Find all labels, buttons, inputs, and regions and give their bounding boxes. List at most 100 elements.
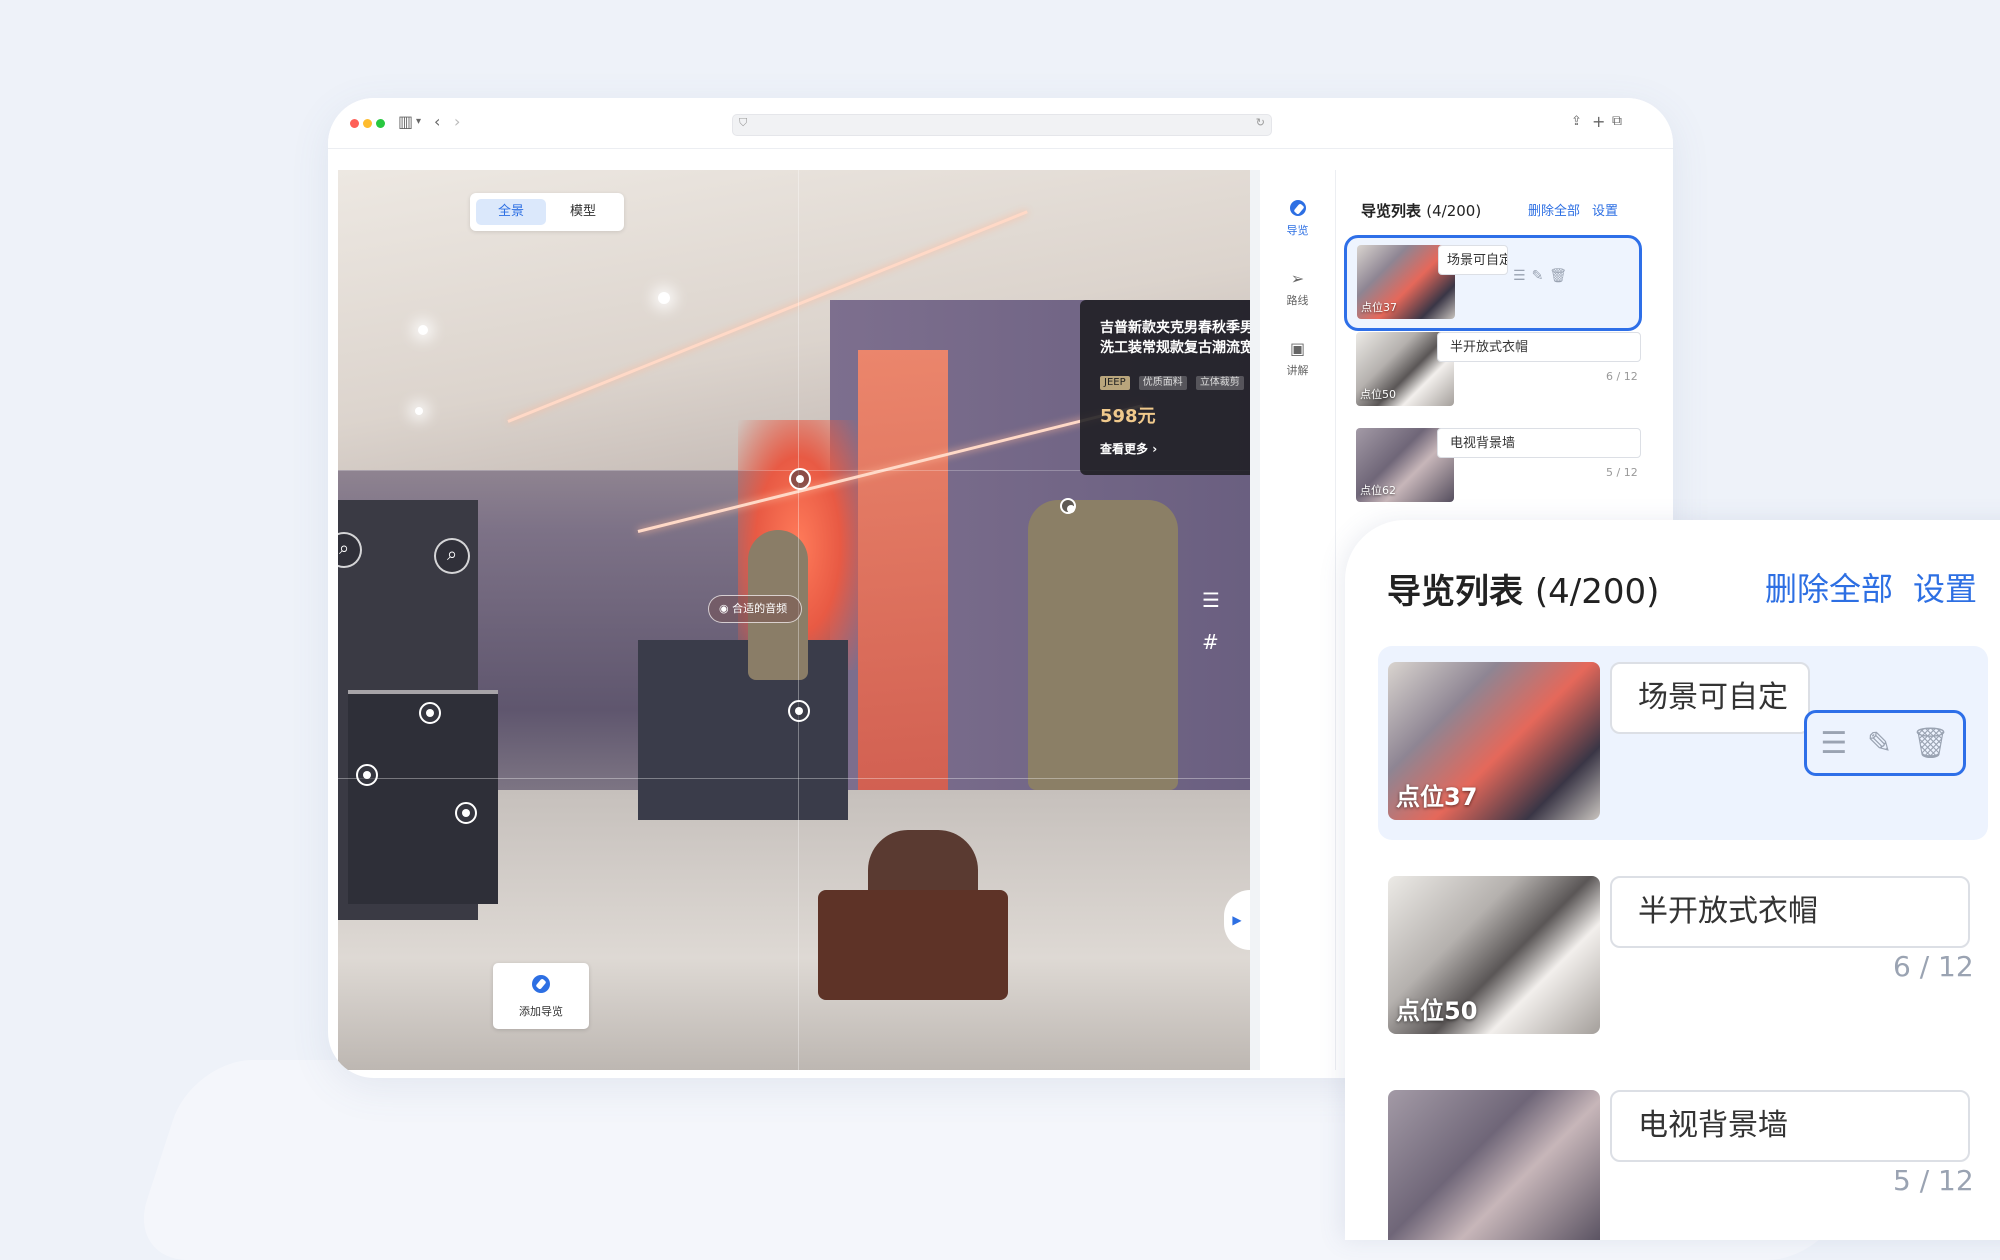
point-label: 点位50: [1360, 388, 1396, 401]
name-input[interactable]: 半开放式衣帽: [1437, 332, 1641, 362]
forward-arrow-icon[interactable]: ›: [454, 112, 460, 131]
hotspot-marker[interactable]: [1060, 498, 1076, 514]
compass-icon: [493, 975, 589, 997]
view-more-link[interactable]: 查看更多 ›: [1100, 440, 1157, 457]
settings-button[interactable]: 设置: [1592, 200, 1618, 219]
jacket: [1028, 500, 1178, 790]
nav-label: 讲解: [1286, 364, 1309, 377]
share-icon[interactable]: ⇪: [1571, 114, 1582, 129]
panel-title-text: 导览列表: [1387, 572, 1523, 612]
hotspot-marker[interactable]: [356, 764, 378, 786]
thumbnail: [1388, 1090, 1600, 1240]
list-item[interactable]: 点位50 半开放式衣帽 6 / 12: [1346, 332, 1641, 428]
name-input[interactable]: 半开放式衣帽: [1610, 876, 1970, 948]
point-label: 点位50: [1396, 997, 1478, 1025]
item-actions: ☰ ✎ 🗑: [1804, 710, 1966, 776]
drag-handle-icon[interactable]: ☰: [1820, 726, 1847, 761]
hotspot-marker[interactable]: [788, 700, 810, 722]
panel-title: 导览列表 (4/200): [1361, 202, 1482, 220]
hotspot-marker[interactable]: [789, 468, 811, 490]
panel-title: 导览列表 (4/200): [1387, 564, 1659, 613]
settings-button[interactable]: 设置: [1913, 564, 1977, 610]
compass-icon: [1289, 200, 1307, 218]
product-tag: JEEP: [1100, 376, 1130, 390]
item-count: 6 / 12: [1606, 370, 1638, 383]
sidebar-toggle-icon[interactable]: ▥: [398, 112, 413, 131]
name-input[interactable]: 电视背景墙: [1437, 428, 1641, 458]
align-icon[interactable]: ☰: [1202, 588, 1220, 612]
suitcase: [818, 890, 1008, 1000]
product-title-line1: 吉普新款夹克男春秋季男士: [1100, 320, 1250, 336]
edit-icon[interactable]: ✎: [1867, 726, 1892, 761]
view-more-label: 查看更多: [1100, 442, 1149, 456]
trash-icon[interactable]: 🗑: [1549, 268, 1567, 284]
add-guide-button[interactable]: 添加导览: [493, 963, 589, 1029]
shield-icon: ⛉: [739, 116, 748, 129]
edit-icon[interactable]: ✎: [1532, 268, 1544, 284]
new-tab-icon[interactable]: +: [1592, 112, 1605, 131]
tab-panorama[interactable]: 全景: [476, 199, 546, 225]
search-icon[interactable]: ⌕: [434, 538, 470, 574]
minimize-window-dot[interactable]: [363, 119, 372, 128]
audio-hotspot-tag[interactable]: ◉ 合适的音频: [708, 595, 803, 623]
nav-item-route[interactable]: ➢ 路线: [1260, 270, 1335, 308]
panel-count: (4/200): [1534, 572, 1660, 612]
side-nav: 导览 ➢ 路线 ▣ 讲解: [1260, 170, 1336, 1070]
tabs-overview-icon[interactable]: ⧉: [1612, 113, 1622, 129]
thumbnail: 点位50: [1388, 876, 1600, 1034]
guide-line: [338, 778, 1250, 779]
nav-item-guide[interactable]: 导览: [1260, 200, 1335, 238]
item-count: 5 / 12: [1606, 466, 1638, 479]
product-tag: 立体裁剪: [1195, 376, 1244, 390]
ceiling-light: [658, 292, 670, 304]
list-item[interactable]: 点位62 电视背景墙 5 / 12: [1346, 428, 1641, 524]
add-guide-label: 添加导览: [519, 1005, 563, 1018]
grid-icon[interactable]: #: [1202, 630, 1219, 654]
video-icon: ▣: [1289, 339, 1306, 358]
speaker-icon: ◉: [719, 602, 733, 615]
nav-label: 导览: [1286, 224, 1309, 237]
close-window-dot[interactable]: [350, 119, 359, 128]
back-arrow-icon[interactable]: ‹: [434, 112, 440, 131]
product-tags: JEEP 优质面料 立体裁剪: [1100, 370, 1248, 390]
chevron-down-icon[interactable]: ▾: [416, 116, 421, 127]
item-count: 6 / 12: [1893, 950, 1974, 983]
drag-handle-icon[interactable]: ☰: [1513, 268, 1526, 284]
view-mode-switch: 全景 模型: [470, 193, 624, 231]
drawer-unit: [638, 640, 848, 820]
browser-toolbar: ▥ ▾ ‹ › ⛉ ↻ ⇪ + ⧉: [328, 98, 1673, 149]
product-tag: 优质面料: [1138, 376, 1187, 390]
address-bar[interactable]: ⛉ ↻: [732, 114, 1272, 136]
trash-icon[interactable]: 🗑: [1912, 726, 1950, 761]
hotspot-marker[interactable]: [455, 802, 477, 824]
item-actions: ☰ ✎ 🗑: [1513, 268, 1573, 284]
reload-icon[interactable]: ↻: [1256, 116, 1265, 129]
maximize-window-dot[interactable]: [376, 119, 385, 128]
nav-label: 路线: [1286, 294, 1309, 307]
audio-tag-label: 合适的音频: [732, 602, 788, 615]
product-price: 598元: [1100, 406, 1156, 427]
hotspot-marker[interactable]: [419, 702, 441, 724]
send-icon: ➢: [1290, 269, 1305, 288]
thumbnail: 点位37: [1388, 662, 1600, 820]
list-item[interactable]: 点位37 场景可自定 ☰ ✎ 🗑: [1344, 235, 1642, 331]
name-input[interactable]: 场景可自定: [1438, 245, 1508, 275]
name-input[interactable]: 场景可自定: [1610, 662, 1810, 734]
nav-item-explain[interactable]: ▣ 讲解: [1260, 340, 1335, 378]
product-card[interactable]: 吉普新款夹克男春秋季男士 洗工装常规款复古潮流宽松 JEEP 优质面料 立体裁剪…: [1080, 300, 1250, 475]
guide-line: [798, 170, 799, 1070]
point-label: 点位37: [1396, 783, 1478, 811]
delete-all-button[interactable]: 删除全部: [1765, 564, 1893, 610]
panel-count: (4/200): [1426, 202, 1482, 220]
chevron-right-icon: ›: [1152, 442, 1158, 456]
play-triangle-icon: ▶: [1232, 913, 1242, 927]
point-label: 点位62: [1360, 484, 1396, 497]
panorama-viewer[interactable]: ⌕ ⌕ 全景 模型 ◉ 合适的音频 吉普新款夹克男春秋季男士 洗工装常规款复古潮…: [338, 170, 1250, 1070]
product-title-line2: 洗工装常规款复古潮流宽松: [1100, 340, 1250, 356]
tab-model[interactable]: 模型: [548, 199, 618, 225]
ceiling-light: [418, 325, 428, 335]
zoomed-guide-list-panel: 导览列表 (4/200) 删除全部 设置 点位37 场景可自定 ☰ ✎ 🗑 点位…: [1345, 520, 2000, 1240]
delete-all-button[interactable]: 删除全部: [1528, 200, 1580, 219]
ceiling-light: [415, 407, 423, 415]
name-input[interactable]: 电视背景墙: [1610, 1090, 1970, 1162]
